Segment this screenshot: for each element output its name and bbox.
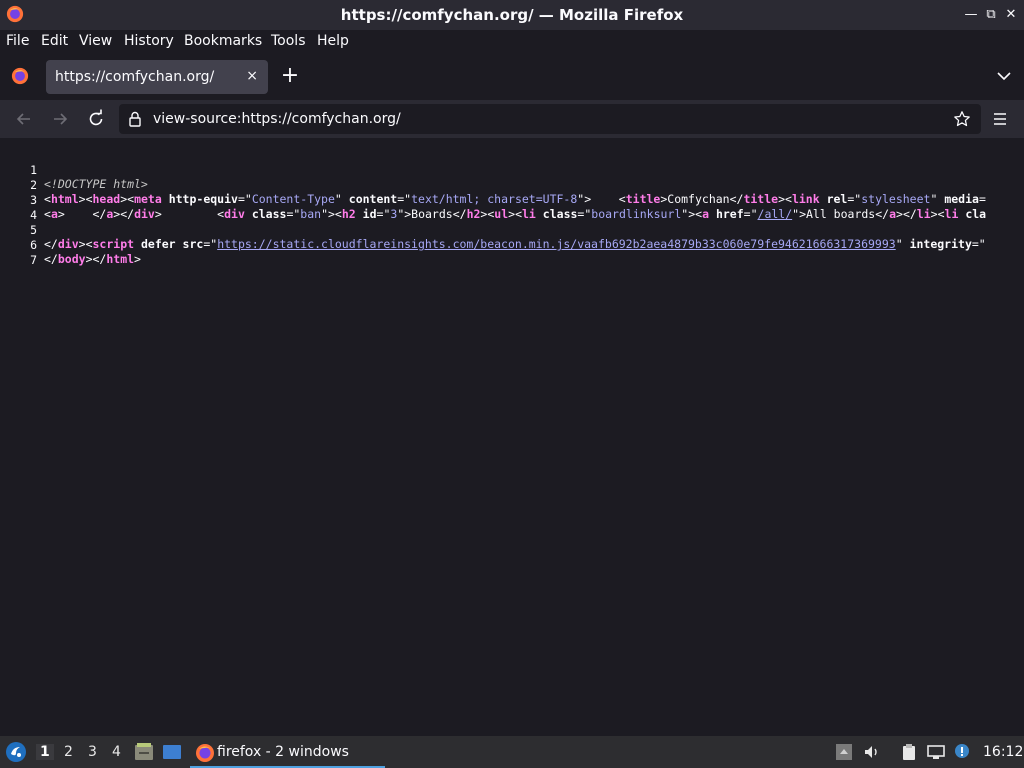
window-title: https://comfychan.org/ — Mozilla Firefox xyxy=(340,6,684,24)
clipboard-icon[interactable] xyxy=(900,743,918,761)
volume-icon[interactable] xyxy=(863,743,881,761)
taskbar-firefox-label: firefox - 2 windows xyxy=(217,744,349,760)
chevron-down-icon[interactable] xyxy=(996,68,1012,84)
view-source-content: 1 <!DOCTYPE html> 2 <html><head><meta ht… xyxy=(0,138,1024,736)
taskbar: 1 2 3 4 firefox - 2 windows 16:12 xyxy=(0,736,1024,768)
taskbar-firefox-button[interactable]: firefox - 2 windows xyxy=(190,738,385,768)
bookmark-star-icon[interactable] xyxy=(953,110,971,128)
tab-bar: https://comfychan.org/ × + xyxy=(0,54,1024,100)
minimize-button[interactable]: — xyxy=(963,6,979,24)
workspace-1[interactable]: 1 xyxy=(36,744,54,760)
close-window-button[interactable]: ✕ xyxy=(1003,6,1019,24)
beacon-script-link[interactable]: https://static.cloudflareinsights.com/be… xyxy=(217,237,896,251)
show-desktop-icon[interactable] xyxy=(162,742,182,762)
tray-up-arrow-icon[interactable] xyxy=(835,743,853,761)
window-title-bar: https://comfychan.org/ — Mozilla Firefox… xyxy=(0,0,1024,30)
firefox-view-icon[interactable] xyxy=(11,67,29,85)
source-code: </div><script defer src="https://static.… xyxy=(44,237,986,251)
tab-close-icon[interactable]: × xyxy=(246,68,258,84)
navigation-bar: view-source:https://comfychan.org/ xyxy=(0,100,1024,138)
workspace-3[interactable]: 3 xyxy=(88,744,97,760)
address-bar[interactable]: view-source:https://comfychan.org/ xyxy=(119,104,981,134)
new-tab-button[interactable]: + xyxy=(280,64,300,88)
all-boards-link[interactable]: /all/ xyxy=(758,207,793,221)
hamburger-menu-icon[interactable] xyxy=(990,109,1010,129)
menu-view[interactable]: View xyxy=(79,33,112,49)
source-code: </body></html> xyxy=(44,252,141,266)
network-icon[interactable] xyxy=(927,743,945,761)
doctype-text: <!DOCTYPE html> xyxy=(44,177,148,191)
url-text[interactable]: view-source:https://comfychan.org/ xyxy=(153,111,401,127)
source-line: 5 </div><script defer src="https://stati… xyxy=(0,209,986,251)
lock-icon[interactable] xyxy=(128,111,142,127)
source-line: 2 <html><head><meta http-equiv="Content-… xyxy=(0,164,986,206)
source-line: 3 <a> </a></div> <div class="ban"><h2 id… xyxy=(0,179,986,221)
menu-history[interactable]: History xyxy=(124,33,174,49)
menu-help[interactable]: Help xyxy=(317,33,349,49)
clock[interactable]: 16:12 xyxy=(983,744,1023,760)
tab-comfychan[interactable]: https://comfychan.org/ × xyxy=(46,60,268,94)
update-notifier-icon[interactable] xyxy=(953,743,971,761)
reload-icon[interactable] xyxy=(86,109,106,129)
menu-tools[interactable]: Tools xyxy=(271,33,306,49)
menu-bar: File Edit View History Bookmarks Tools H… xyxy=(0,30,1024,54)
forward-arrow-icon[interactable] xyxy=(50,109,70,129)
start-menu-icon[interactable] xyxy=(5,741,27,763)
menu-file[interactable]: File xyxy=(6,33,29,49)
tab-label: https://comfychan.org/ xyxy=(55,69,215,85)
line-number: 7 xyxy=(30,253,37,267)
source-line: 1 <!DOCTYPE html> xyxy=(0,149,148,191)
file-manager-icon[interactable] xyxy=(134,742,154,762)
source-line: 4 xyxy=(0,194,37,222)
menu-bookmarks[interactable]: Bookmarks xyxy=(184,33,262,49)
back-arrow-icon[interactable] xyxy=(14,109,34,129)
workspace-2[interactable]: 2 xyxy=(64,744,73,760)
source-code: <a> </a></div> <div class="ban"><h2 id="… xyxy=(44,207,987,221)
menu-edit[interactable]: Edit xyxy=(41,33,68,49)
source-line: 7 xyxy=(0,239,37,267)
restore-button[interactable]: ⧉ xyxy=(983,6,999,24)
source-code: <html><head><meta http-equiv="Content-Ty… xyxy=(44,192,986,206)
workspace-4[interactable]: 4 xyxy=(112,744,121,760)
firefox-logo-icon xyxy=(196,744,214,762)
source-line: 6 </body></html> xyxy=(0,224,141,266)
